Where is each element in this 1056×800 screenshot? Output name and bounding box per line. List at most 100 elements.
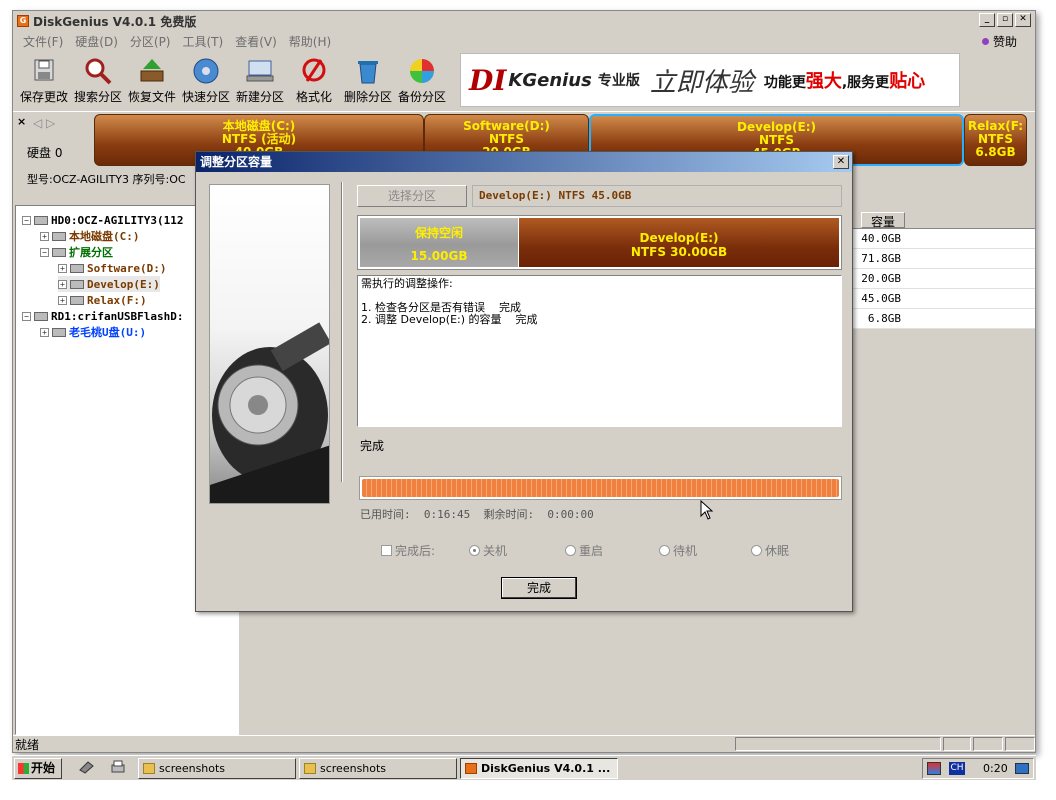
- donate-icon: [981, 38, 989, 45]
- select-partition-button[interactable]: 选择分区: [357, 185, 467, 207]
- title-bar: G DiskGenius V4.0.1 免费版 _ ▫ ✕: [13, 11, 1035, 31]
- toolbar: 保存更改 搜索分区 恢复文件 快速分区 新建分区 格式化 删除分区 备份分区: [17, 53, 449, 109]
- new-partition-icon: [245, 57, 275, 85]
- option-standby[interactable]: 待机: [659, 542, 697, 559]
- progress-status-text: 完成: [360, 439, 385, 453]
- partition-icon: [70, 279, 84, 289]
- delete-partition-button[interactable]: 删除分区: [341, 53, 395, 107]
- option-shutdown[interactable]: 关机: [469, 542, 507, 559]
- recover-icon: [137, 57, 167, 85]
- diskgenius-icon: [465, 763, 477, 774]
- recover-files-button[interactable]: 恢复文件: [125, 53, 179, 107]
- resize-preview-bar: 保持空闲 15.00GB Develop(E:) NTFS 30.00GB: [357, 215, 842, 270]
- backup-partition-button[interactable]: 备份分区: [395, 53, 449, 107]
- delete-icon: [353, 57, 383, 85]
- menu-file[interactable]: 文件(F): [17, 33, 69, 50]
- usb-drive-icon: [34, 311, 48, 321]
- banner-script: 立即体验: [649, 67, 754, 98]
- tree-item-c[interactable]: + 本地磁盘(C:): [40, 228, 140, 244]
- menu-help[interactable]: 帮助(H): [283, 33, 337, 50]
- close-button[interactable]: ✕: [1015, 13, 1031, 27]
- dialog-separator: [341, 182, 343, 482]
- menu-partition[interactable]: 分区(P): [124, 33, 177, 50]
- progress-fill: [362, 479, 839, 497]
- quick-partition-button[interactable]: 快速分区: [179, 53, 233, 107]
- tree-item-rd1[interactable]: − RD1:crifanUSBFlashD:: [22, 308, 183, 324]
- taskbar-item-screenshots-2[interactable]: screenshots: [299, 758, 457, 779]
- start-button[interactable]: 开始: [14, 758, 62, 779]
- minimize-button[interactable]: _: [979, 13, 995, 27]
- after-completion-checkbox[interactable]: 完成后:: [381, 542, 435, 559]
- desktop-icon[interactable]: [1015, 763, 1029, 774]
- save-changes-button[interactable]: 保存更改: [17, 53, 71, 107]
- format-button[interactable]: 格式化: [287, 53, 341, 107]
- quick-launch-eraser-icon[interactable]: [78, 760, 94, 774]
- language-indicator[interactable]: CH: [949, 762, 965, 775]
- hdd-icon: [34, 215, 48, 225]
- menu-bar: 文件(F) 硬盘(D) 分区(P) 工具(T) 查看(V) 帮助(H): [13, 31, 1035, 51]
- operation-log: 需执行的调整操作: 1. 检查各分区是否有错误 完成 2. 调整 Develop(E…: [357, 275, 842, 427]
- ad-banner[interactable]: DI KGenius 专业版 立即体验 功能更强大,服务更贴心: [460, 53, 960, 107]
- capacity-column-header[interactable]: 容量: [861, 212, 905, 229]
- partition-icon: [52, 247, 66, 257]
- format-icon: [299, 57, 329, 85]
- mouse-cursor-icon: [700, 500, 714, 520]
- system-tray: CH 0:20: [922, 758, 1034, 779]
- app-icon: G: [17, 15, 29, 27]
- disk-label: 硬盘 0: [27, 146, 63, 160]
- save-icon: [29, 57, 59, 85]
- donate-label: 赞助: [992, 35, 1017, 49]
- window-title: DiskGenius V4.0.1 免费版: [33, 14, 197, 29]
- quick-partition-icon: [191, 57, 221, 85]
- close-panel-icon[interactable]: ×: [17, 115, 26, 128]
- dialog-title: 调整分区容量: [196, 152, 852, 172]
- progress-bar: [359, 476, 842, 500]
- partition-icon: [70, 263, 84, 273]
- clock[interactable]: 0:20: [983, 759, 1008, 778]
- tree-item-f[interactable]: + Relax(F:): [58, 292, 147, 308]
- folder-icon: [304, 763, 316, 774]
- folder-icon: [143, 763, 155, 774]
- windows-flag-icon: [18, 763, 29, 774]
- banner-logo-genius: KGenius: [508, 69, 592, 91]
- donate-link[interactable]: 赞助: [981, 33, 1017, 50]
- partition-icon: [52, 327, 66, 337]
- restore-button[interactable]: ▫: [997, 13, 1013, 27]
- banner-edition: 专业版: [597, 73, 640, 89]
- banner-logo-di: DI: [469, 63, 507, 97]
- search-icon: [83, 57, 113, 85]
- taskbar-item-screenshots-1[interactable]: screenshots: [138, 758, 296, 779]
- monitor-icon[interactable]: [927, 762, 941, 775]
- hard-disk-illustration: [209, 184, 330, 504]
- option-restart[interactable]: 重启: [565, 542, 603, 559]
- time-info: 已用时间: 0:16:45 剩余时间: 0:00:00: [360, 508, 594, 521]
- partition-icon: [52, 231, 66, 241]
- after-completion-options: 完成后: 关机 重启 待机 休眠: [381, 542, 841, 558]
- menu-view[interactable]: 查看(V): [229, 33, 283, 50]
- taskbar: 开始 screenshots screenshots DiskGenius V4…: [12, 755, 1036, 780]
- quick-launch-printer-icon[interactable]: [110, 760, 126, 774]
- disk-nav-arrows[interactable]: ◁ ▷: [33, 116, 55, 130]
- menu-disk[interactable]: 硬盘(D): [69, 33, 124, 50]
- tree-item-hd0[interactable]: − HD0:OCZ-AGILITY3(112: [22, 212, 183, 228]
- dialog-close-button[interactable]: ✕: [833, 155, 849, 169]
- free-space-segment[interactable]: 保持空闲 15.00GB: [360, 218, 518, 267]
- develop-partition-segment[interactable]: Develop(E:) NTFS 30.00GB: [519, 218, 839, 267]
- backup-icon: [407, 57, 437, 85]
- tree-item-d[interactable]: + Software(D:): [58, 260, 166, 276]
- tree-item-u[interactable]: + 老毛桃U盘(U:): [40, 324, 146, 340]
- selected-partition-field: Develop(E:) NTFS 45.0GB: [472, 185, 842, 207]
- partition-f[interactable]: Relax(F: NTFS 6.8GB: [964, 114, 1027, 166]
- resize-partition-dialog: 调整分区容量 ✕ 选择分区 Develop(E:) NTFS 45.0GB 保持…: [195, 151, 853, 612]
- partition-icon: [70, 295, 84, 305]
- new-partition-button[interactable]: 新建分区: [233, 53, 287, 107]
- tree-item-extended[interactable]: − 扩展分区: [40, 244, 113, 260]
- tree-item-e[interactable]: + Develop(E:): [58, 276, 160, 292]
- option-hibernate[interactable]: 休眠: [751, 542, 789, 559]
- finish-button[interactable]: 完成: [501, 577, 577, 599]
- disk-model-info: 型号:OCZ-AGILITY3 序列号:OC: [27, 173, 186, 186]
- banner-slogan: 功能更强大,服务更贴心: [763, 71, 926, 92]
- search-partition-button[interactable]: 搜索分区: [71, 53, 125, 107]
- taskbar-item-diskgenius[interactable]: DiskGenius V4.0.1 ...: [460, 758, 618, 779]
- menu-tools[interactable]: 工具(T): [177, 33, 230, 50]
